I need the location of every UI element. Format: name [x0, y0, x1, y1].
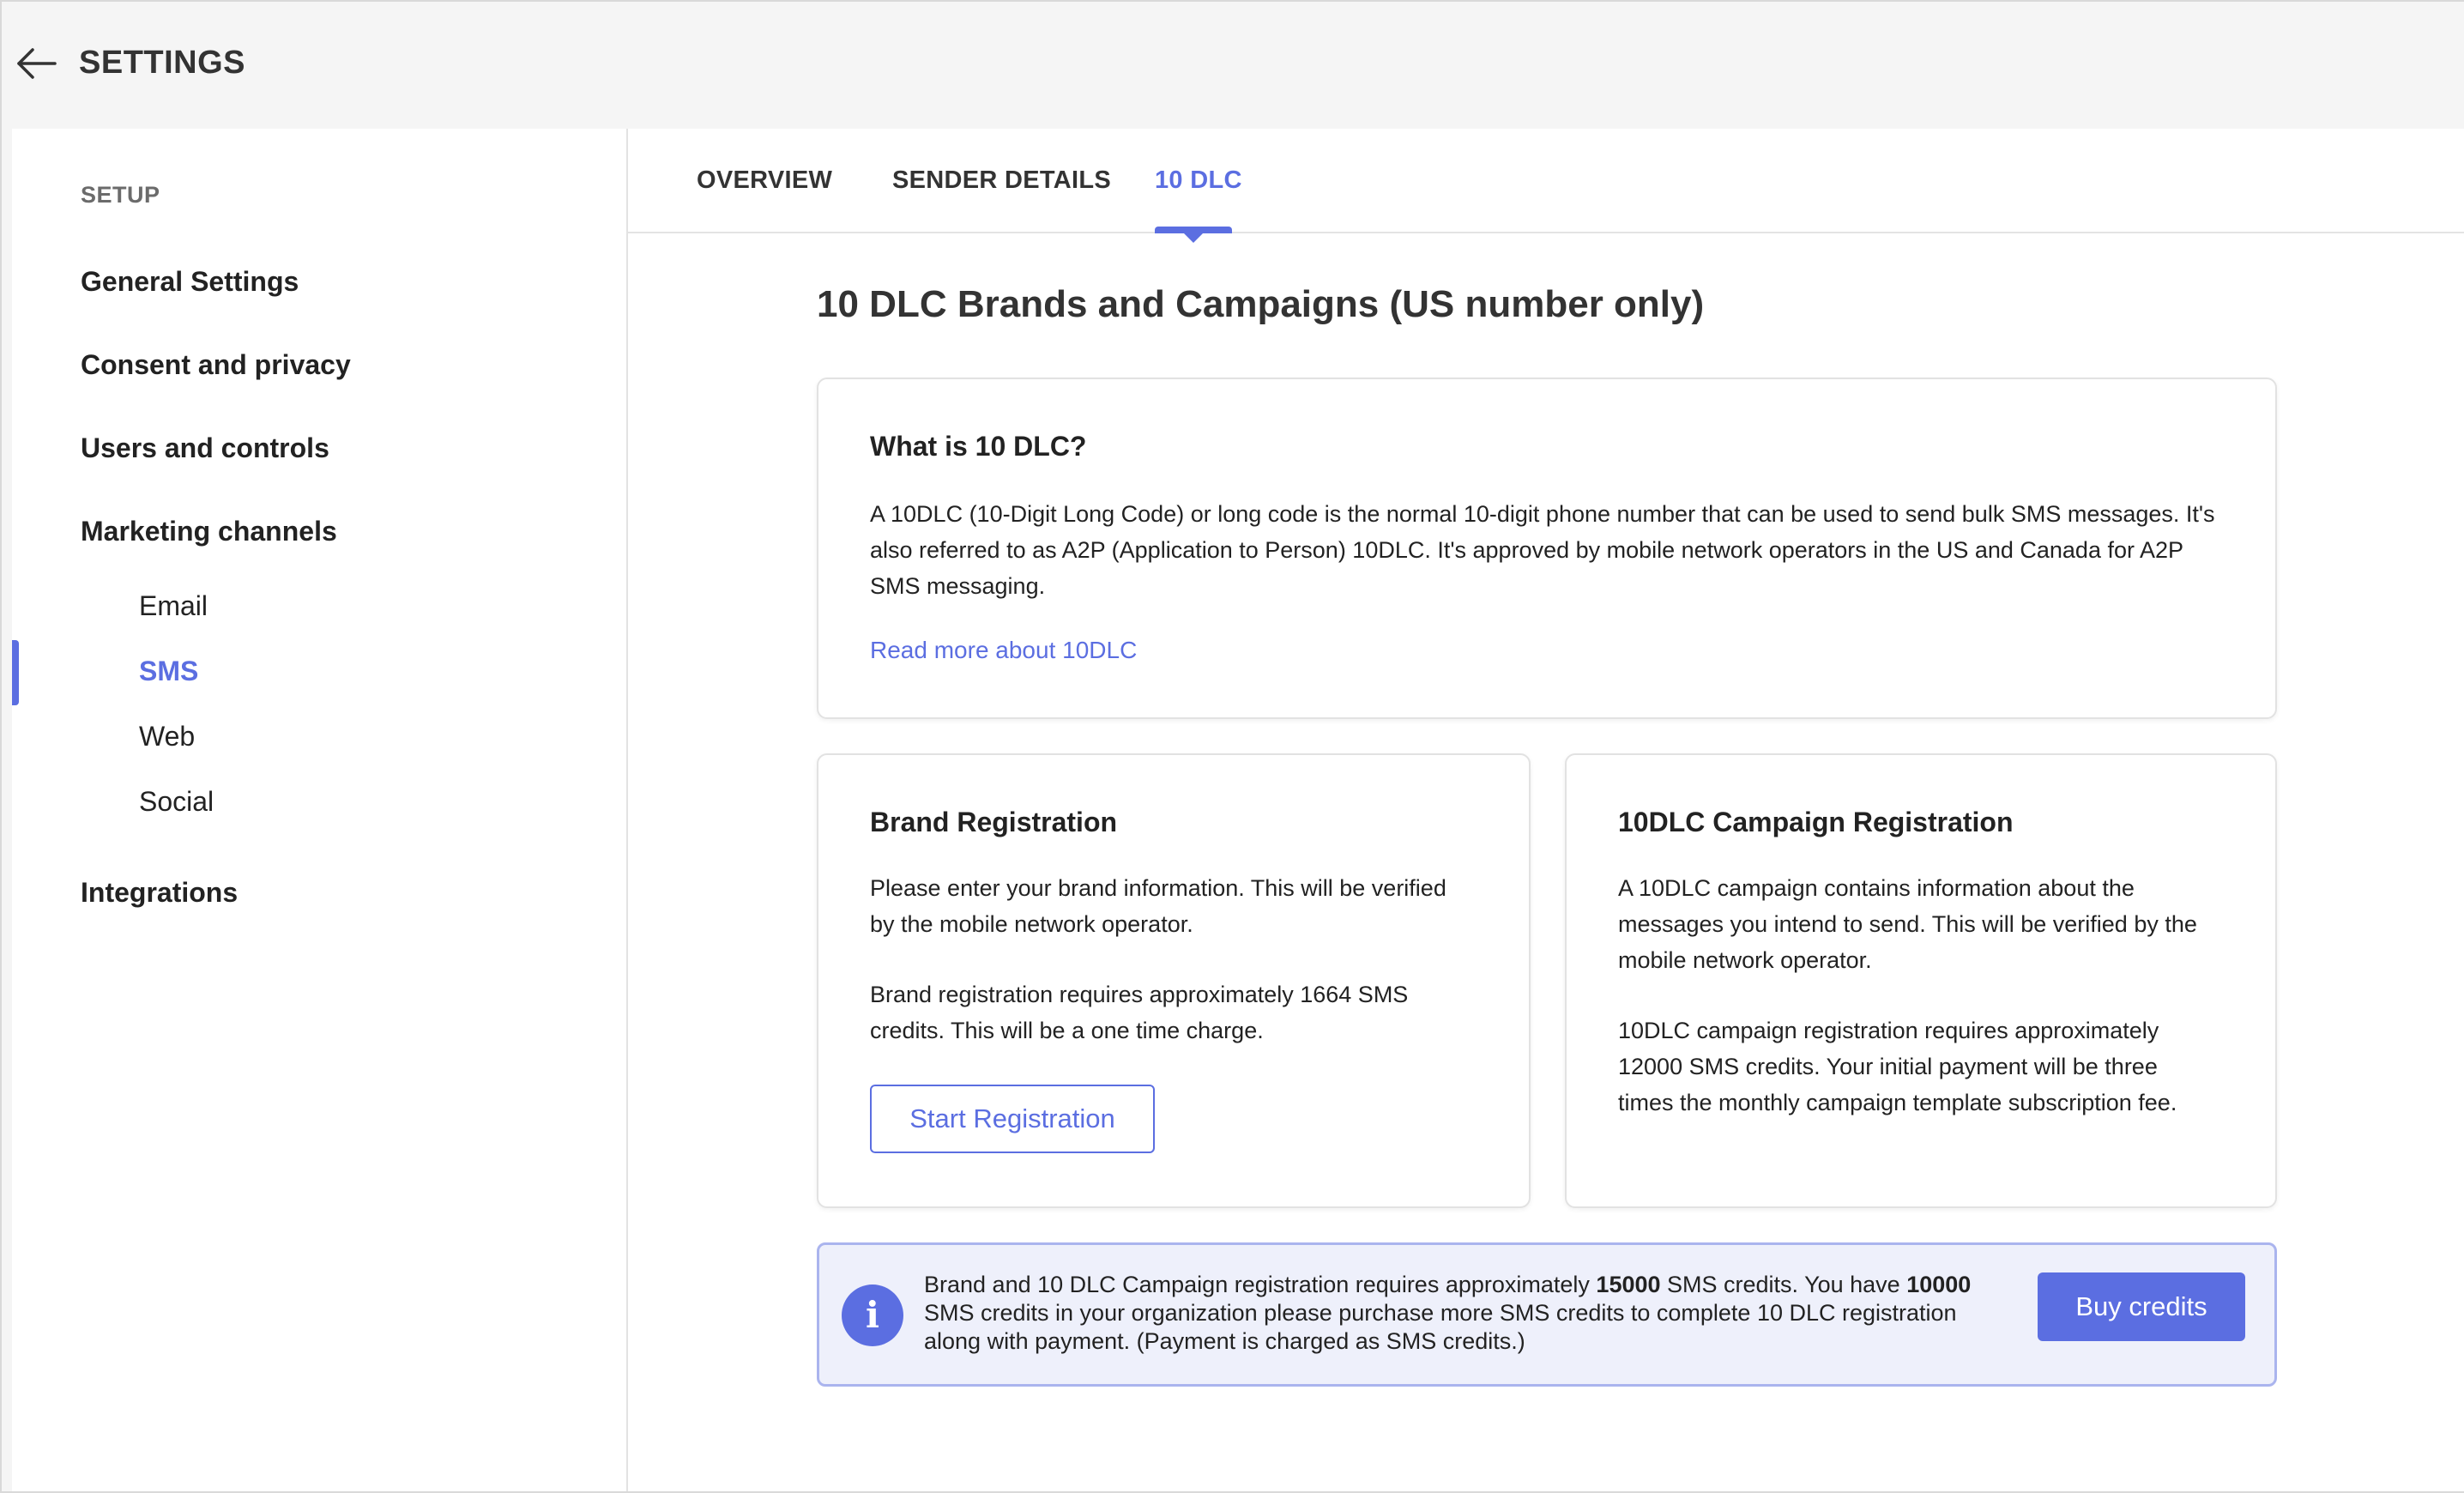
- sidebar-subitem-email[interactable]: Email: [139, 590, 208, 622]
- card-text-line: credits. This will be a one time charge.: [870, 1018, 1264, 1043]
- card-text-line: also referred to as A2P (Application to …: [870, 537, 2184, 563]
- card-text-line: A 10DLC (10-Digit Long Code) or long cod…: [870, 501, 2215, 527]
- what-is-10dlc-card: What is 10 DLC? A 10DLC (10-Digit Long C…: [817, 378, 2277, 719]
- sidebar-item-consent-and-privacy[interactable]: Consent and privacy: [81, 349, 351, 381]
- active-tab-caret: [1182, 232, 1205, 243]
- card-text-line: mobile network operator.: [1618, 947, 1872, 973]
- card-text-line: A 10DLC campaign contains information ab…: [1618, 875, 2135, 901]
- card-text-line: 10DLC campaign registration requires app…: [1618, 1018, 2159, 1043]
- sidebar-subitem-sms[interactable]: SMS: [139, 656, 198, 687]
- tab-bar: OVERVIEW SENDER DETAILS 10 DLC: [628, 129, 2464, 243]
- sidebar-item-marketing-channels[interactable]: Marketing channels: [81, 516, 337, 547]
- arrow-left-icon[interactable]: [14, 45, 58, 82]
- credits-info-text: Brand and 10 DLC Campaign registration r…: [924, 1271, 2014, 1356]
- sidebar-item-general-settings[interactable]: General Settings: [81, 266, 299, 298]
- sidebar-subitem-social[interactable]: Social: [139, 786, 214, 818]
- active-item-indicator: [12, 640, 19, 705]
- sidebar-section-label: SETUP: [81, 182, 160, 208]
- tab-sender-details[interactable]: SENDER DETAILS: [892, 166, 1111, 195]
- card-text-line: SMS messaging.: [870, 573, 1046, 599]
- read-more-link[interactable]: Read more about 10DLC: [870, 637, 1137, 664]
- tab-overview[interactable]: OVERVIEW: [697, 166, 832, 195]
- card-title: What is 10 DLC?: [870, 431, 1087, 462]
- tab-10-dlc[interactable]: 10 DLC: [1155, 166, 1242, 195]
- page-title: 10 DLC Brands and Campaigns (US number o…: [817, 283, 1705, 325]
- available-credits-value: 10000: [1906, 1272, 1972, 1297]
- sidebar-item-integrations[interactable]: Integrations: [81, 877, 238, 909]
- sidebar-item-users-and-controls[interactable]: Users and controls: [81, 432, 329, 464]
- credits-info-banner: i Brand and 10 DLC Campaign registration…: [817, 1242, 2277, 1387]
- required-credits-value: 15000: [1596, 1272, 1661, 1297]
- card-text-line: times the monthly campaign template subs…: [1618, 1090, 2177, 1115]
- info-text-part: Brand and 10 DLC Campaign registration r…: [924, 1272, 1597, 1297]
- main-content: OVERVIEW SENDER DETAILS 10 DLC 10 DLC Br…: [628, 129, 2464, 1491]
- app-window: SETTINGS SETUP General Settings Consent …: [0, 0, 2464, 1493]
- card-text-line: Please enter your brand information. Thi…: [870, 875, 1446, 901]
- card-title: Brand Registration: [870, 807, 1118, 837]
- info-text-part: SMS credits. You have: [1660, 1272, 1907, 1297]
- card-text-line: messages you intend to send. This will b…: [1618, 911, 2197, 937]
- card-text-line: Brand registration requires approximatel…: [870, 982, 1409, 1007]
- info-icon: i: [842, 1284, 903, 1346]
- settings-header: SETTINGS: [2, 2, 2464, 129]
- settings-sidebar: SETUP General Settings Consent and priva…: [12, 129, 628, 1491]
- start-registration-button[interactable]: Start Registration: [870, 1085, 1155, 1153]
- card-text-line: 12000 SMS credits. Your initial payment …: [1618, 1054, 2158, 1079]
- page-header-title: SETTINGS: [79, 45, 246, 81]
- info-text-part: SMS credits in your organization please …: [924, 1300, 1957, 1354]
- campaign-registration-card: 10DLC Campaign Registration A 10DLC camp…: [1565, 753, 2277, 1208]
- sidebar-subitem-web[interactable]: Web: [139, 721, 195, 753]
- brand-registration-card: Brand Registration Please enter your bra…: [817, 753, 1531, 1208]
- card-title: 10DLC Campaign Registration: [1618, 807, 2014, 837]
- card-text-line: by the mobile network operator.: [870, 911, 1193, 937]
- buy-credits-button[interactable]: Buy credits: [2038, 1272, 2245, 1341]
